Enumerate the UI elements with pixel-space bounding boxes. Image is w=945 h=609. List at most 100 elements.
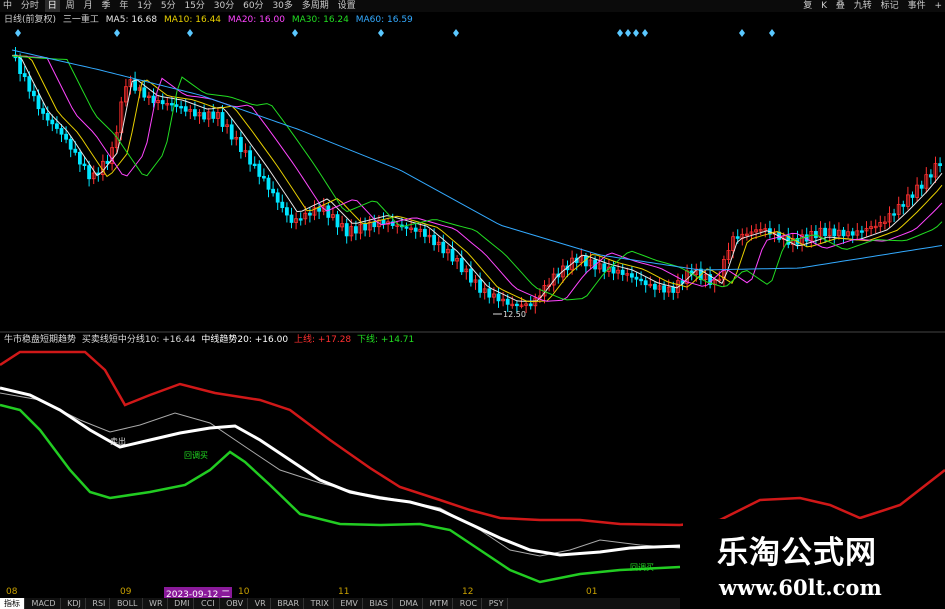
low-price-label: 12.50 [503,310,526,319]
candle-body [64,133,68,140]
signal-diamond [15,29,21,37]
moving-average-lines [11,49,943,303]
candle-body [326,205,331,218]
candle-body [202,112,207,120]
candle-body [450,248,455,262]
candle-body [496,293,501,302]
candle-body [87,165,91,180]
candle-body [938,163,942,167]
candle-body [459,258,464,273]
candle-body [901,204,906,207]
signal-diamond [378,29,384,37]
tab-bias[interactable]: BIAS [365,598,393,609]
tab-trix[interactable]: TRIX [307,598,334,609]
mid-trend-value: 中线趋势20: +16.00 [201,335,289,345]
signal-diamond [633,29,639,37]
candle-body [50,119,55,125]
candle-body [169,103,174,106]
candle-body [823,227,827,237]
candle-body [422,228,427,237]
candle-body [841,229,846,237]
candle-body [413,227,418,232]
tab-dma[interactable]: DMA [395,598,423,609]
candle-body [892,213,896,216]
candle-body [602,263,607,272]
candle-body [45,112,50,121]
tab-psy[interactable]: PSY [485,598,509,609]
candle-body [528,303,533,307]
tab-obv[interactable]: OBV [222,598,249,609]
candle-body [363,223,368,231]
tab-cci[interactable]: CCI [197,598,220,609]
candle-body [271,188,276,194]
candle-body [32,90,36,97]
candle-body [183,106,188,112]
candle-body [919,184,924,189]
candle-body [860,230,864,233]
candle-body [317,207,322,212]
kline-chart[interactable]: 12.50 卖出 回调买 回调买 [0,0,945,609]
candle-body [735,236,740,239]
tab-dmi[interactable]: DMI [170,598,195,609]
date-axis: 08 09 2023-09-12 二 10 11 12 01 [0,587,680,600]
signal-diamond [642,29,648,37]
lower-line-value: 下线: +14.71 [357,335,415,345]
signal-diamond [292,29,298,37]
sell-annotation: 卖出 [110,436,126,446]
tab-roc[interactable]: ROC [456,598,483,609]
candle-body [344,223,349,237]
candle-body [353,226,358,234]
candle-body [68,138,73,150]
candle-body [275,192,280,203]
candle-body [151,95,156,104]
candle-body [22,73,27,78]
candle-body [266,177,271,190]
candle-body [671,286,676,293]
tab-vr[interactable]: VR [251,598,271,609]
signal-diamond [617,29,623,37]
candlestick-series [13,47,942,314]
candle-body [850,231,855,236]
candle-body [257,163,262,177]
candle-body [82,163,87,167]
candle-body [73,148,78,153]
ma20-line [11,55,943,302]
tab-rsi[interactable]: RSI [88,598,111,609]
candle-body [252,163,257,167]
signal-diamond [453,29,459,37]
candle-body [261,176,266,179]
candle-body [27,76,32,92]
tab-mtm[interactable]: MTM [425,598,454,609]
lower-band-line [0,403,681,584]
candle-body [192,109,197,117]
candle-body [174,104,179,107]
candle-body [620,269,625,275]
watermark-url: www.60lt.com [719,575,882,600]
tab-boll[interactable]: BOLL [113,598,143,609]
signal-diamond [769,29,775,37]
tab-wr[interactable]: WR [145,598,168,609]
candle-body [280,201,285,209]
tab-emv[interactable]: EMV [336,598,363,609]
candle-body [211,111,216,119]
candle-body [307,212,312,216]
candle-body [929,174,933,178]
tab-kdj[interactable]: KDJ [63,598,86,609]
ma10-line [11,55,943,303]
signal-markers [15,29,775,37]
tab-brar[interactable]: BRAR [273,598,305,609]
indicator-title[interactable]: 牛市稳盘短期趋势 [4,335,76,345]
indicator-legend: 牛市稳盘短期趋势 买卖线短中分线10: +16.44 中线趋势20: +16.0… [4,334,417,346]
candle-body [515,303,519,307]
pullback-buy-annotation-1: 回调买 [184,451,208,460]
candle-body [289,214,294,223]
upper-line-value: 上线: +17.28 [293,335,352,345]
tab-macd[interactable]: MACD [28,598,61,609]
candle-body [18,57,23,74]
signal-diamond [625,29,631,37]
candle-body [41,108,45,114]
candle-body [284,207,289,216]
candle-body [55,123,59,129]
tab-indicator[interactable]: 指标 [0,598,25,609]
candle-body [505,298,510,305]
